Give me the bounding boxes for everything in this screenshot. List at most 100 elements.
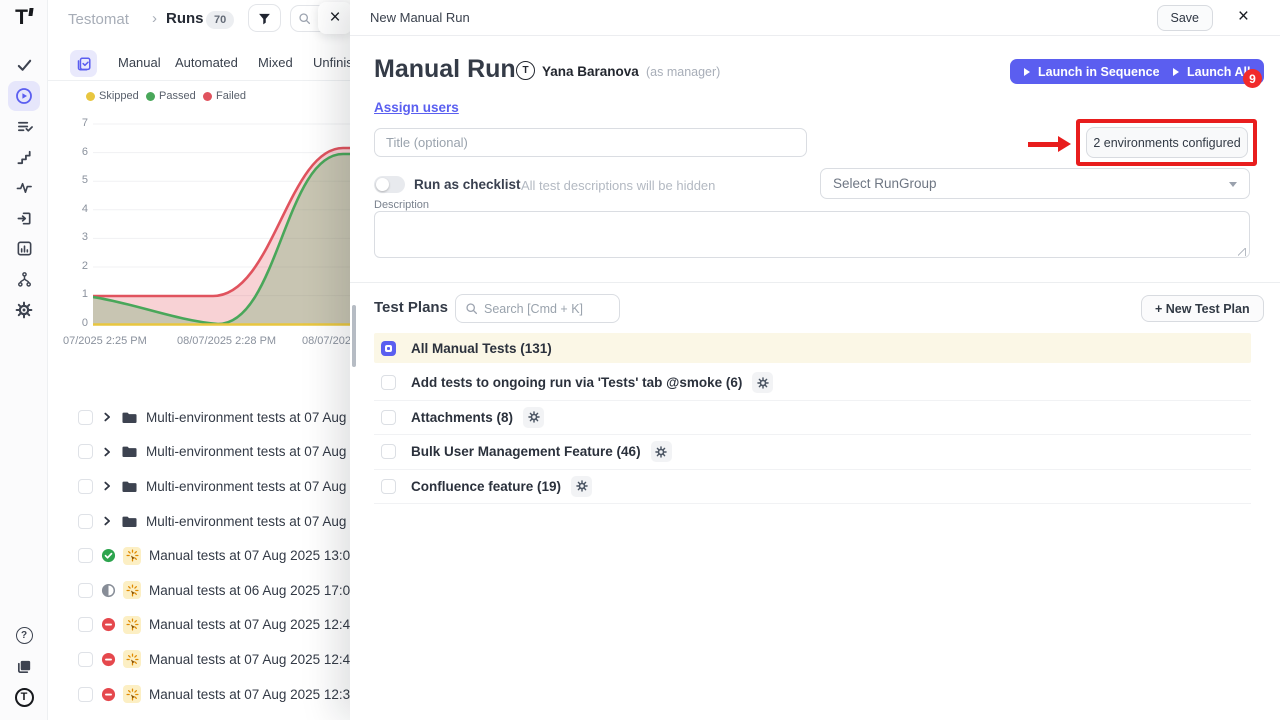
plan-checkbox[interactable] xyxy=(381,479,396,494)
settings-gear-icon[interactable] xyxy=(8,295,40,325)
list-check-icon[interactable] xyxy=(8,111,40,141)
sign-in-icon[interactable] xyxy=(8,203,40,233)
testomat-logo-icon[interactable]: T xyxy=(0,6,48,30)
breadcrumb-app[interactable]: Testomat xyxy=(68,11,129,28)
chevron-right-icon[interactable] xyxy=(101,515,113,527)
left-icon-rail: T ? T xyxy=(0,0,48,720)
bar-chart-icon[interactable] xyxy=(8,233,40,263)
x-tick: 08/07/2025 2:28 PM xyxy=(177,335,276,347)
status-partial-icon xyxy=(101,583,116,598)
folder-icon xyxy=(121,479,138,494)
modal-header: New Manual Run Save × xyxy=(350,0,1280,36)
status-passed-icon xyxy=(101,548,116,563)
test-plan-list: All Manual Tests (131) Add tests to ongo… xyxy=(374,333,1251,504)
y-tick: 2 xyxy=(70,260,88,272)
row-checkbox[interactable] xyxy=(78,548,93,563)
test-plans-search[interactable] xyxy=(455,294,620,323)
chevron-right-icon[interactable] xyxy=(101,411,113,423)
tab-mixed[interactable]: Mixed xyxy=(258,55,293,70)
funnel-icon xyxy=(257,11,272,26)
test-plan-row[interactable]: Add tests to ongoing run via 'Tests' tab… xyxy=(374,366,1251,401)
modal-scrollbar[interactable] xyxy=(352,305,356,367)
y-tick: 4 xyxy=(70,203,88,215)
row-checkbox[interactable] xyxy=(78,652,93,667)
plan-gear-button[interactable] xyxy=(651,441,672,462)
close-icon[interactable]: × xyxy=(1238,6,1249,28)
check-icon[interactable] xyxy=(8,50,40,80)
chevron-down-icon xyxy=(1229,182,1237,187)
clipboard-check-icon xyxy=(76,56,92,72)
row-checkbox[interactable] xyxy=(78,583,93,598)
description-textarea[interactable] xyxy=(374,211,1250,258)
filter-button[interactable] xyxy=(248,4,281,32)
chevron-right-icon[interactable] xyxy=(101,446,113,458)
plan-gear-button[interactable] xyxy=(752,372,773,393)
checklist-label: Run as checklist xyxy=(414,177,521,192)
play-icon xyxy=(1024,68,1030,76)
modal-title: New Manual Run xyxy=(370,10,470,25)
test-plan-row-selected[interactable]: All Manual Tests (131) xyxy=(374,333,1251,363)
test-plans-heading: Test Plans xyxy=(374,299,448,316)
burst-emoji-icon xyxy=(123,547,141,565)
test-plans-search-input[interactable] xyxy=(484,302,619,316)
toggle-knob xyxy=(376,178,389,191)
tab-manual[interactable]: Manual xyxy=(118,55,161,70)
run-as-checklist-toggle[interactable] xyxy=(374,176,405,193)
test-plan-row[interactable]: Attachments (8) xyxy=(374,401,1251,436)
x-tick: 07/2025 2:25 PM xyxy=(63,335,147,347)
t-logo-circle-icon[interactable]: T xyxy=(8,682,40,712)
launch-in-sequence-button[interactable]: Launch in Sequence xyxy=(1010,59,1174,84)
plan-checkbox[interactable] xyxy=(381,375,396,390)
row-checkbox[interactable] xyxy=(78,514,93,529)
runs-play-circle-icon[interactable] xyxy=(8,81,40,111)
notification-badge: 9 xyxy=(1243,69,1262,88)
resize-handle-icon[interactable] xyxy=(1238,248,1246,256)
row-checkbox[interactable] xyxy=(78,410,93,425)
plan-checkbox-checked[interactable] xyxy=(381,341,396,356)
y-tick: 5 xyxy=(70,174,88,186)
row-checkbox[interactable] xyxy=(78,444,93,459)
app-root: T ? T Testoma xyxy=(0,0,1280,720)
run-title-heading: Manual Run xyxy=(374,55,516,84)
test-plan-row[interactable]: Confluence feature (19) xyxy=(374,470,1251,505)
run-title-input[interactable] xyxy=(374,128,807,157)
chevron-right-icon[interactable] xyxy=(101,480,113,492)
steps-icon[interactable] xyxy=(8,142,40,172)
help-icon[interactable]: ? xyxy=(8,620,40,650)
save-button[interactable]: Save xyxy=(1157,5,1214,31)
plan-gear-button[interactable] xyxy=(523,407,544,428)
y-tick: 3 xyxy=(70,231,88,243)
row-checkbox[interactable] xyxy=(78,479,93,494)
checklist-hint: All test descriptions will be hidden xyxy=(521,178,715,193)
breadcrumb-page: Runs xyxy=(166,10,204,27)
plan-checkbox[interactable] xyxy=(381,444,396,459)
plan-gear-button[interactable] xyxy=(571,476,592,497)
search-icon xyxy=(298,12,311,25)
manager-role: (as manager) xyxy=(646,65,720,79)
environments-button[interactable]: 2 environments configured xyxy=(1086,127,1248,158)
rungroup-select[interactable]: Select RunGroup xyxy=(820,168,1250,199)
description-label: Description xyxy=(374,199,429,211)
search-close-button[interactable]: × xyxy=(318,2,352,34)
activity-icon[interactable] xyxy=(8,172,40,202)
assign-users-link[interactable]: Assign users xyxy=(374,100,459,115)
breadcrumb-separator: › xyxy=(152,10,157,27)
row-checkbox[interactable] xyxy=(78,617,93,632)
status-failed-icon xyxy=(101,687,116,702)
folder-icon xyxy=(121,444,138,459)
checklist-view-button[interactable] xyxy=(70,50,97,77)
new-test-plan-button[interactable]: + New Test Plan xyxy=(1141,295,1264,322)
tab-automated[interactable]: Automated xyxy=(175,55,238,70)
burst-emoji-icon xyxy=(123,650,141,668)
plan-checkbox[interactable] xyxy=(381,410,396,425)
burst-emoji-icon xyxy=(123,685,141,703)
row-checkbox[interactable] xyxy=(78,687,93,702)
branch-icon[interactable] xyxy=(8,264,40,294)
test-plan-row[interactable]: Bulk User Management Feature (46) xyxy=(374,435,1251,470)
y-tick: 0 xyxy=(70,317,88,329)
y-tick: 6 xyxy=(70,146,88,158)
status-failed-icon xyxy=(101,652,116,667)
y-tick: 7 xyxy=(70,117,88,129)
pages-icon[interactable] xyxy=(8,651,40,681)
burst-emoji-icon xyxy=(123,581,141,599)
